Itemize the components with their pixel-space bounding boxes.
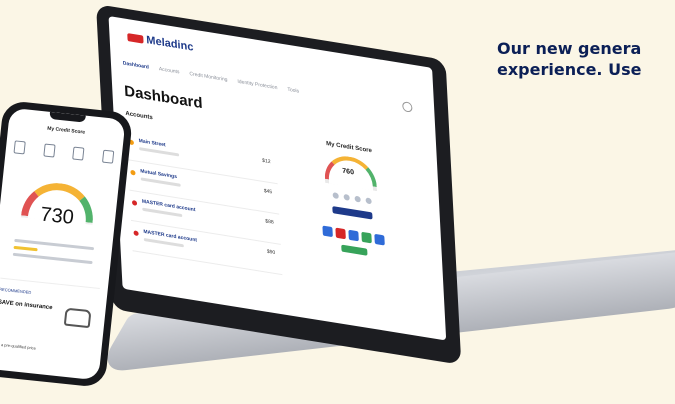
account-bar: [139, 147, 180, 157]
factor-icon[interactable]: [343, 193, 350, 201]
mini-score-value: 760: [342, 167, 355, 177]
partner-logo-icon: [374, 233, 385, 246]
accounts-heading: Accounts: [125, 110, 153, 122]
status-dot-icon: [131, 200, 138, 206]
status-dot-icon: [130, 169, 136, 176]
mini-score-gauge: 760: [323, 152, 378, 192]
offer-footer[interactable]: Get a pre-qualified price: [0, 341, 36, 350]
partner-logo-icon: [361, 231, 372, 244]
account-value: $88: [265, 218, 274, 226]
phone-screen: My Credit Score 730 RECOMMENDED SAVE on …: [0, 107, 126, 381]
phone-icon-row: [13, 140, 115, 164]
phone-notch: [49, 111, 86, 123]
detail-highlight: [13, 245, 38, 252]
account-value: $45: [263, 188, 273, 196]
partner-logo-icon: [322, 225, 333, 238]
page-title: Dashboard: [123, 82, 203, 113]
account-value: $12: [262, 157, 271, 166]
mini-icon-row: [292, 186, 412, 211]
logo-mark-icon: [127, 33, 144, 44]
laptop-lid: Meladinc Dashboard Accounts Credit Monit…: [96, 4, 462, 365]
partner-logo-icon: [348, 229, 359, 242]
phone-title: My Credit Score: [46, 125, 86, 136]
status-dot-icon: [133, 230, 139, 237]
alerts-icon[interactable]: [72, 146, 85, 161]
site-logo[interactable]: Meladinc: [127, 31, 194, 54]
home-icon[interactable]: [13, 140, 26, 155]
account-value: $90: [266, 248, 276, 257]
credit-score-value: 730: [39, 203, 75, 229]
partner-logo-icon: [335, 227, 346, 240]
credit-score-card: My Credit Score 760: [289, 135, 416, 296]
profile-icon[interactable]: [101, 149, 115, 164]
factor-icon[interactable]: [364, 197, 372, 205]
factor-icon[interactable]: [332, 192, 339, 200]
nav-item-tools[interactable]: Tools: [287, 87, 299, 99]
offer-title: SAVE on insurance: [0, 299, 53, 312]
detail-line: [12, 252, 93, 265]
score-details: [12, 235, 95, 268]
car-icon: [63, 307, 92, 329]
nav-item-accounts[interactable]: Accounts: [159, 66, 180, 79]
laptop-screen: Meladinc Dashboard Accounts Credit Monit…: [108, 16, 447, 341]
offer-label: RECOMMENDED: [0, 286, 32, 295]
factor-icon[interactable]: [354, 195, 361, 203]
view-report-button[interactable]: [332, 206, 373, 220]
offer-card[interactable]: RECOMMENDED SAVE on insurance: [0, 277, 100, 349]
apply-button[interactable]: [341, 244, 368, 256]
brand-name: Meladinc: [146, 34, 194, 54]
nav-item-credit-monitoring[interactable]: Credit Monitoring: [189, 71, 228, 87]
nav-item-dashboard[interactable]: Dashboard: [123, 60, 150, 74]
report-icon[interactable]: [42, 143, 56, 158]
nav-item-identity[interactable]: Identity Protection: [237, 79, 277, 95]
